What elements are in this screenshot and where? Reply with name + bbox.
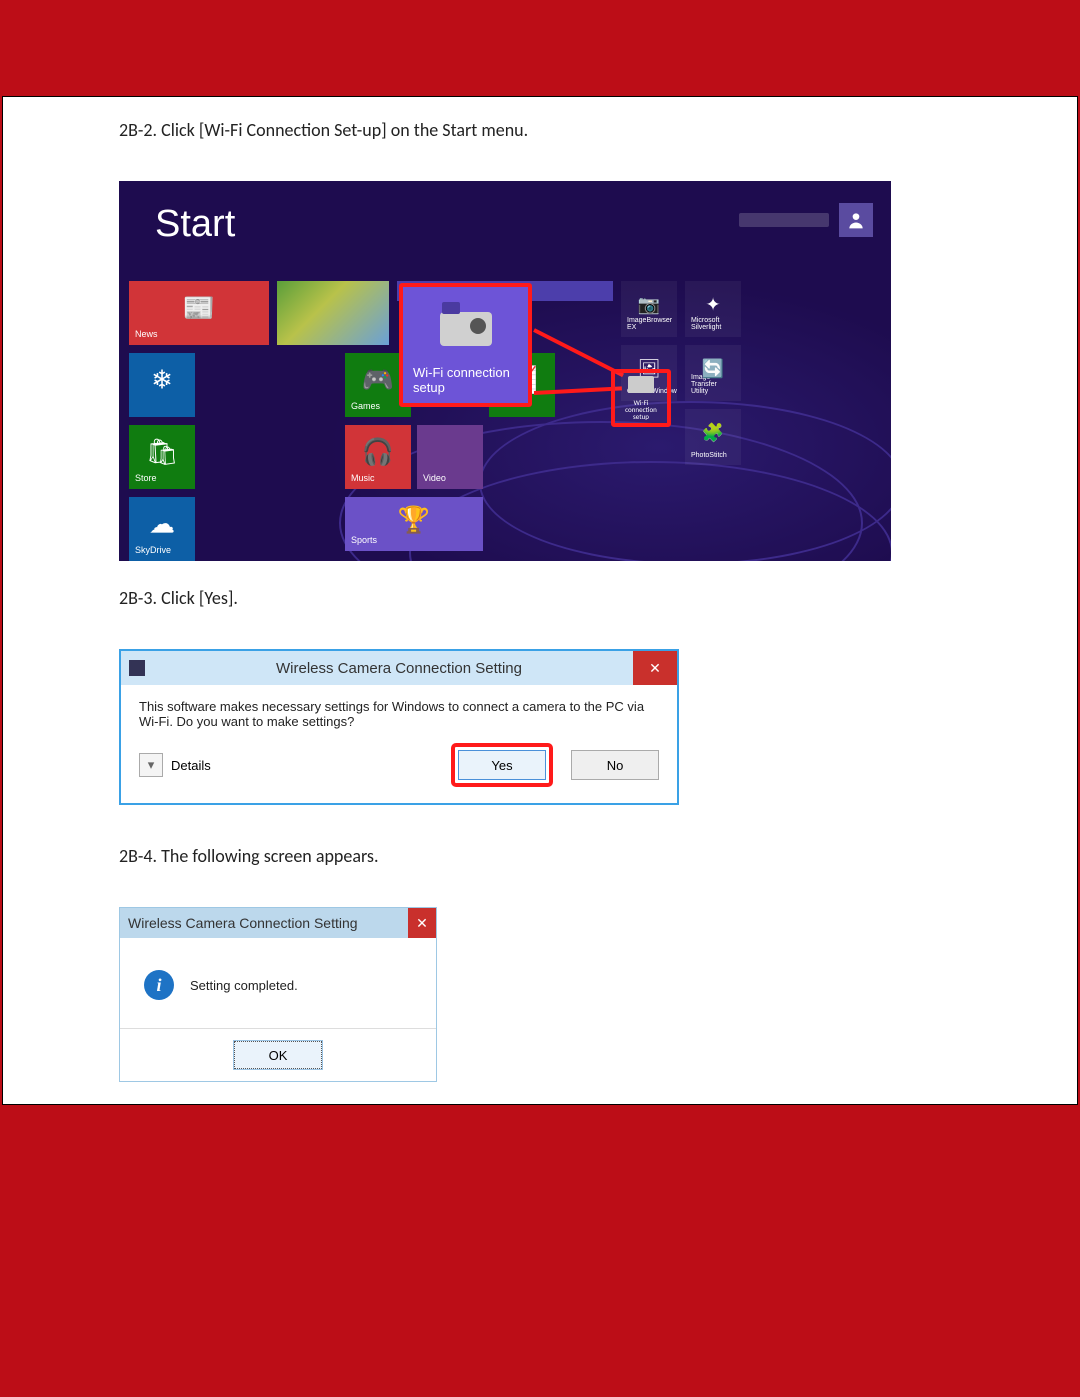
- dialog-titlebar: Wireless Camera Connection Setting ✕: [120, 908, 436, 938]
- details-toggle[interactable]: ▾ Details: [139, 753, 211, 777]
- cloud-icon: ☁: [149, 508, 175, 539]
- dialog-message: Setting completed.: [190, 978, 298, 993]
- games-icon: 🎮: [362, 364, 394, 395]
- tile-imagebrowser[interactable]: 📷ImageBrowser EX: [621, 281, 677, 337]
- dialog-title: Wireless Camera Connection Setting: [276, 660, 522, 677]
- weather-icon: ❄: [151, 364, 173, 395]
- tile-imagetransfer[interactable]: 🔄Image Transfer Utility: [685, 345, 741, 401]
- camera-app-icon: 📷: [638, 294, 660, 315]
- avatar: [839, 203, 873, 237]
- tile-store[interactable]: 🛍Store: [129, 425, 195, 489]
- start-screen-screenshot: Start 📰 News ❄ 🛍Store ☁SkyDrive: [119, 181, 891, 561]
- step-2b-2: 2B-2. Click [Wi-Fi Connection Set-up] on…: [119, 119, 979, 141]
- transfer-icon: 🔄: [702, 358, 724, 379]
- tile-music[interactable]: 🎧Music: [345, 425, 411, 489]
- camera-icon: [440, 312, 492, 346]
- user-account[interactable]: [739, 203, 873, 237]
- close-icon: ✕: [416, 915, 428, 932]
- camera-icon: [628, 376, 654, 393]
- close-button[interactable]: ✕: [408, 908, 436, 938]
- ok-button[interactable]: OK: [234, 1041, 322, 1069]
- news-icon: 📰: [183, 292, 215, 323]
- tile-sports[interactable]: 🏆Sports: [345, 497, 483, 551]
- photostitch-icon: 🧩: [702, 422, 724, 443]
- close-icon: ✕: [649, 660, 661, 677]
- store-icon: 🛍: [145, 436, 178, 467]
- tile-skydrive[interactable]: ☁SkyDrive: [129, 497, 195, 561]
- tile-video[interactable]: Video: [417, 425, 483, 489]
- step-2b-3: 2B-3. Click [Yes].: [119, 587, 979, 609]
- trophy-icon: 🏆: [398, 504, 430, 535]
- tile-weather[interactable]: ❄: [129, 353, 195, 417]
- close-button[interactable]: ✕: [633, 651, 677, 685]
- user-name-redacted: [739, 213, 829, 227]
- tile-wifi-setup-highlighted[interactable]: Wi-Fi connection setup: [399, 283, 532, 407]
- dialog-message: This software makes necessary settings f…: [121, 685, 677, 735]
- dialog-setting-completed: Wireless Camera Connection Setting ✕ i S…: [119, 907, 437, 1082]
- wifi-tile-label: Wi-Fi connection setup: [413, 365, 518, 395]
- tile-news[interactable]: 📰 News: [129, 281, 269, 345]
- dialog-title: Wireless Camera Connection Setting: [128, 915, 358, 931]
- app-icon: [129, 660, 145, 676]
- chevron-down-icon: ▾: [139, 753, 163, 777]
- dialog-titlebar: Wireless Camera Connection Setting ✕: [121, 651, 677, 685]
- music-icon: 🎧: [362, 436, 394, 467]
- tile-silverlight[interactable]: ✦Microsoft Silverlight: [685, 281, 741, 337]
- tile-photostitch[interactable]: 🧩PhotoStitch: [685, 409, 741, 465]
- no-button[interactable]: No: [571, 750, 659, 780]
- tile-wifi-setup-small-highlighted[interactable]: Wi-Fi connection setup: [611, 369, 671, 427]
- start-title: Start: [155, 203, 235, 246]
- tile-photos[interactable]: [277, 281, 389, 345]
- step-2b-4: 2B-4. The following screen appears.: [119, 845, 979, 867]
- dialog-wireless-connection: Wireless Camera Connection Setting ✕ Thi…: [119, 649, 679, 805]
- yes-button-highlighted: Yes: [451, 743, 553, 787]
- info-icon: i: [144, 970, 174, 1000]
- yes-button[interactable]: Yes: [458, 750, 546, 780]
- silverlight-icon: ✦: [705, 294, 720, 315]
